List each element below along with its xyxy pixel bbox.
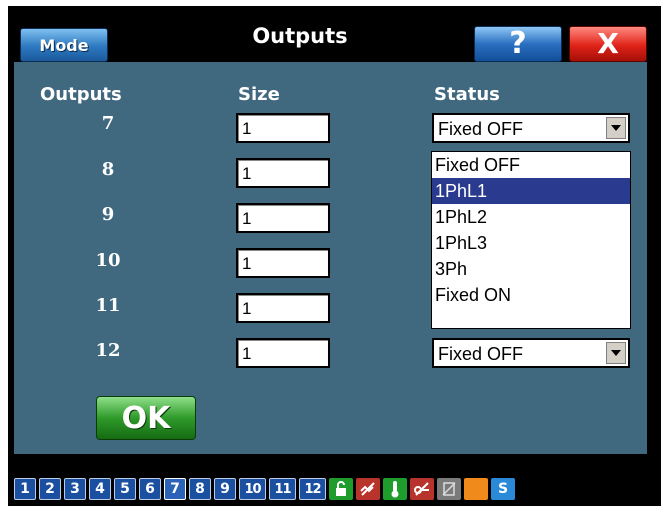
chevron-down-icon[interactable]: [606, 342, 626, 364]
size-header: Size: [238, 84, 280, 105]
question-mark-icon: ?: [509, 26, 527, 61]
nav-button-10[interactable]: 10: [239, 478, 266, 500]
thermometer-icon[interactable]: [383, 478, 407, 500]
bottom-nav-bar: 1 2 3 4 5 6 7 8 9 10 11 12 S: [14, 478, 515, 502]
close-icon: X: [597, 27, 619, 60]
ok-button[interactable]: OK: [96, 396, 196, 440]
outputs-header: Outputs: [40, 84, 122, 105]
window-title: Outputs: [252, 24, 348, 48]
mode-button[interactable]: Mode: [20, 28, 108, 62]
key-slash-icon[interactable]: [410, 478, 434, 500]
output-number: 7: [101, 113, 115, 134]
size-input[interactable]: 1: [236, 158, 330, 188]
status-value: Fixed OFF: [438, 344, 524, 364]
lock-icon[interactable]: [329, 478, 353, 500]
nav-button-8[interactable]: 8: [189, 478, 211, 500]
status-header: Status: [434, 84, 500, 105]
size-input[interactable]: 1: [236, 293, 330, 323]
nav-button-6[interactable]: 6: [139, 478, 161, 500]
size-input[interactable]: 1: [236, 203, 330, 233]
nav-button-7[interactable]: 7: [164, 478, 186, 500]
output-number: 11: [95, 295, 121, 316]
status-select[interactable]: Fixed OFF: [432, 338, 630, 368]
dropdown-option[interactable]: 3Ph: [432, 256, 630, 282]
size-input[interactable]: 1: [236, 338, 330, 368]
size-input[interactable]: 1: [236, 113, 330, 143]
help-button[interactable]: ?: [474, 26, 562, 62]
dropdown-option-selected[interactable]: 1PhL1: [432, 178, 630, 204]
status-dropdown-list: Fixed OFF 1PhL1 1PhL2 1PhL3 3Ph Fixed ON: [431, 151, 631, 329]
nav-button-5[interactable]: 5: [114, 478, 136, 500]
size-input[interactable]: 1: [236, 248, 330, 278]
output-number: 10: [95, 250, 121, 271]
title-bar: Mode Outputs ? X: [14, 20, 647, 64]
dropdown-option[interactable]: 1PhL3: [432, 230, 630, 256]
nav-button-3[interactable]: 3: [64, 478, 86, 500]
close-button[interactable]: X: [569, 26, 647, 62]
status-select[interactable]: Fixed OFF: [432, 113, 630, 143]
nav-button-11[interactable]: 11: [269, 478, 296, 500]
nav-button-12[interactable]: 12: [299, 478, 326, 500]
dropdown-option[interactable]: Fixed ON: [432, 282, 630, 308]
output-number: 9: [101, 204, 115, 225]
status-value: Fixed OFF: [438, 119, 524, 139]
dropdown-option[interactable]: 1PhL2: [432, 204, 630, 230]
nav-button-9[interactable]: 9: [214, 478, 236, 500]
disabled-page-icon[interactable]: [437, 478, 461, 500]
output-number: 12: [95, 340, 121, 361]
dropdown-option[interactable]: Fixed OFF: [432, 152, 630, 178]
s-icon[interactable]: S: [491, 478, 515, 500]
chevron-down-icon[interactable]: [606, 117, 626, 139]
nav-button-1[interactable]: 1: [14, 478, 36, 500]
orange-square-icon[interactable]: [464, 478, 488, 500]
output-number: 8: [101, 159, 115, 180]
nav-button-2[interactable]: 2: [39, 478, 61, 500]
phase-slash-icon[interactable]: [356, 478, 380, 500]
nav-button-4[interactable]: 4: [89, 478, 111, 500]
